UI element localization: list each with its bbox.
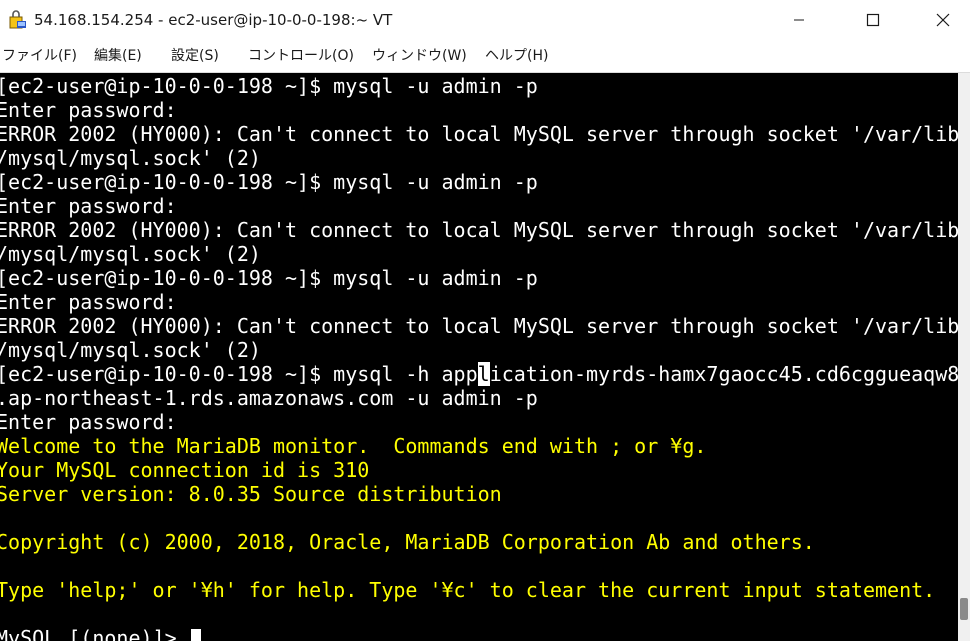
terminal-line: Server version: 8.0.35 Source distributi… [0,482,502,506]
terminal-line: Enter password: [0,98,177,122]
terminal-line: /mysql/mysql.sock' (2) [0,146,261,170]
title-bar[interactable]: 54.168.154.254 - ec2-user@ip-10-0-0-198:… [0,0,970,40]
terminal-line: Enter password: [0,290,177,314]
minimize-button[interactable] [776,0,822,40]
window-title: 54.168.154.254 - ec2-user@ip-10-0-0-198:… [34,11,393,29]
teraterm-icon [9,10,26,29]
menu-bar: ファイル(F) 編集(E) 設定(S) コントロール(O) ウィンドウ(W) ヘ… [0,40,970,73]
terminal-prompt-line[interactable]: MySQL [(none)]> [0,626,958,641]
block-cursor [190,629,201,641]
terminal-line: [ec2-user@ip-10-0-0-198 ~]$ mysql -u adm… [0,74,538,98]
terminal-line: ERROR 2002 (HY000): Can't connect to loc… [0,218,958,242]
command-text: ication-myrds-hamx7gaocc45.cd6cggueaqw8 [489,362,958,386]
close-button[interactable] [920,0,966,40]
menu-item-file[interactable]: ファイル(F) [2,40,77,72]
menu-item-settings[interactable]: 設定(S) [171,40,219,72]
terminal-line: Type 'help;' or '¥h' for help. Type '¥c'… [0,578,936,602]
scrollbar-thumb[interactable] [960,598,968,620]
minimize-icon [794,19,804,21]
mysql-prompt: MySQL [(none)]> [0,626,189,641]
close-icon [936,13,950,27]
terminal-line: [ec2-user@ip-10-0-0-198 ~]$ mysql -u adm… [0,266,538,290]
terminal-line: ERROR 2002 (HY000): Can't connect to loc… [0,122,958,146]
terminal-line: /mysql/mysql.sock' (2) [0,338,261,362]
text-cursor: l [477,362,490,386]
vertical-scrollbar[interactable] [958,73,970,641]
command-text: [ec2-user@ip-10-0-0-198 ~]$ mysql -h app [0,362,478,386]
terminal-line: Welcome to the MariaDB monitor. Commands… [0,434,707,458]
terminal-line: [ec2-user@ip-10-0-0-198 ~]$ mysql -u adm… [0,170,538,194]
terminal-line: ERROR 2002 (HY000): Can't connect to loc… [0,314,958,338]
terminal-line: Copyright (c) 2000, 2018, Oracle, MariaD… [0,530,815,554]
terminal-line-command: [ec2-user@ip-10-0-0-198 ~]$ mysql -h app… [0,362,958,386]
maximize-icon [866,13,880,27]
terminal-line: Enter password: [0,194,177,218]
terminal-line: .ap-northeast-1.rds.amazonaws.com -u adm… [0,386,538,410]
terminal-output[interactable]: [ec2-user@ip-10-0-0-198 ~]$ mysql -u adm… [0,73,958,641]
menu-item-help[interactable]: ヘルプ(H) [485,40,548,72]
menu-item-control[interactable]: コントロール(O) [248,40,354,72]
menu-item-window[interactable]: ウィンドウ(W) [372,40,467,72]
menu-item-edit[interactable]: 編集(E) [94,40,142,72]
terminal-line: /mysql/mysql.sock' (2) [0,242,261,266]
terminal-line: Enter password: [0,410,177,434]
terminal-window: 54.168.154.254 - ec2-user@ip-10-0-0-198:… [0,0,970,641]
terminal-line: Your MySQL connection id is 310 [0,458,370,482]
maximize-button[interactable] [850,0,896,40]
